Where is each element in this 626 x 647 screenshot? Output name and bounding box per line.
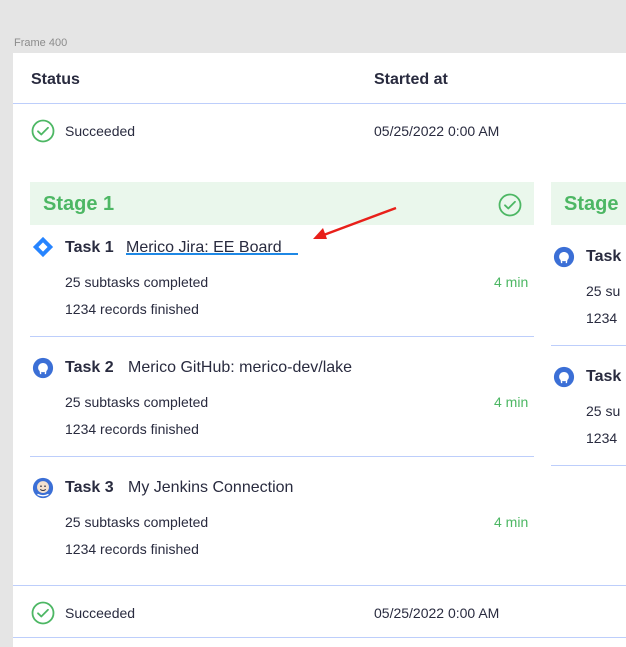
task-records: 1234 records finished [65,301,199,317]
check-circle-icon [31,601,55,625]
github-icon [32,357,54,379]
github-icon [553,246,575,268]
pipeline-panel: Status Started at Succeeded 05/25/2022 0… [13,53,626,647]
check-circle-icon [31,119,55,143]
task-connection-link[interactable]: My Jenkins Connection [128,479,293,497]
column-header-started-at: Started at [374,71,448,88]
task-duration: 4 min [494,394,529,410]
row-started-at: 05/25/2022 0:00 AM [374,123,500,139]
task-duration: 4 min [494,274,529,290]
task-subtasks: 25 su [586,403,621,419]
task-records: 1234 [586,310,618,326]
task-connection-link[interactable]: Merico GitHub: merico-dev/lake [128,359,352,377]
stage-header: Stage [551,182,626,225]
stage-title: Stage [564,193,619,215]
row-status: Succeeded [65,605,136,621]
stage-title: Stage 1 [43,193,115,215]
task-subtasks: 25 subtasks completed [65,274,209,290]
task-name: Task [586,368,622,385]
annotation-underline [126,253,298,255]
task-duration: 4 min [494,514,529,530]
column-header-status: Status [31,71,80,88]
divider [13,103,626,104]
row-status: Succeeded [65,123,136,139]
task-records: 1234 records finished [65,421,199,437]
jenkins-icon [32,477,54,499]
divider [13,585,626,586]
divider [30,336,534,337]
task-name: Task 3 [65,479,114,496]
task-subtasks: 25 subtasks completed [65,514,209,530]
annotation-arrow [313,206,397,239]
task-name: Task 2 [65,359,114,376]
task-records: 1234 records finished [65,541,199,557]
divider [30,456,534,457]
check-circle-icon [498,193,522,217]
github-icon [553,366,575,388]
task-name: Task [586,248,622,265]
frame-label: Frame 400 [14,37,68,49]
divider [551,465,626,466]
row-started-at: 05/25/2022 0:00 AM [374,605,500,621]
task-records: 1234 [586,430,618,446]
divider [13,637,626,638]
stage-header: Stage 1 [30,182,534,225]
jira-icon [32,236,54,258]
task-subtasks: 25 subtasks completed [65,394,209,410]
divider [551,345,626,346]
task-name: Task 1 [65,239,114,256]
task-subtasks: 25 su [586,283,621,299]
